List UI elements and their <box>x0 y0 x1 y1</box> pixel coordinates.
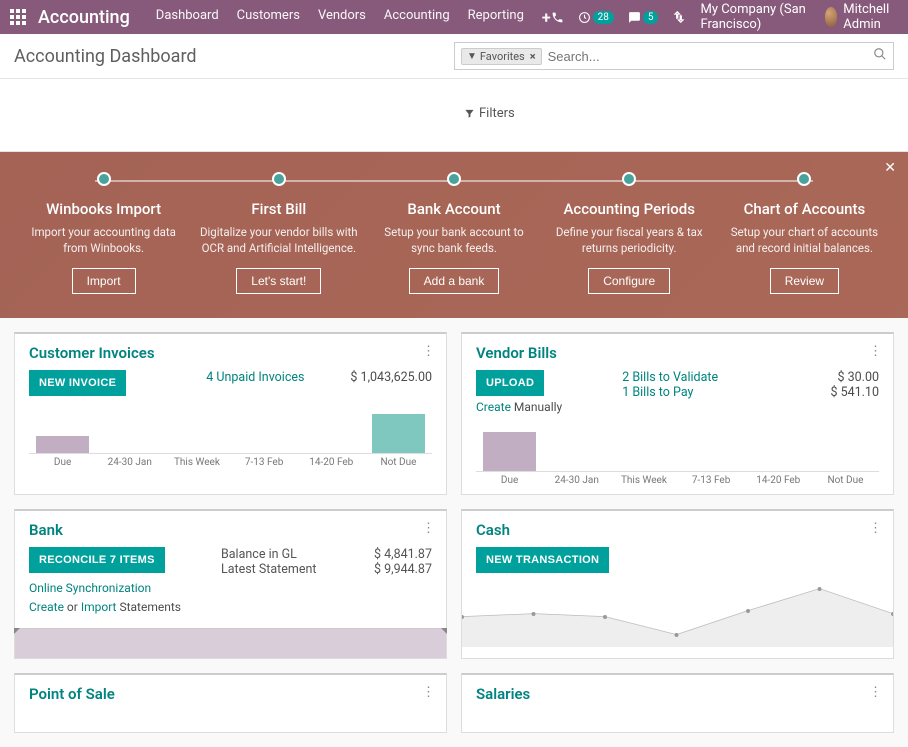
new-invoice-button[interactable]: NEW INVOICE <box>29 370 126 396</box>
search-chip-favorites[interactable]: ▼ Favorites × <box>461 48 542 65</box>
topbar: Accounting Dashboard Customers Vendors A… <box>0 0 908 34</box>
vendor-bar-chart <box>476 432 879 472</box>
search-box[interactable]: ▼ Favorites × <box>454 42 894 70</box>
import-stmt-link[interactable]: Import <box>81 600 117 614</box>
chart-labels: Due24-30 JanThis Week7-13 Feb14-20 FebNo… <box>29 457 432 476</box>
card-bank: Bank RECONCILE 7 ITEMS Online Synchroniz… <box>14 509 447 658</box>
invoices-amount: $ 1,043,625.00 <box>342 370 432 396</box>
filters-button[interactable]: Filters <box>464 98 515 128</box>
chart-labels: Due24-30 JanThis Week7-13 Feb14-20 FebNo… <box>476 475 879 494</box>
bank-chart-footer <box>15 628 446 658</box>
latest-statement: $ 9,944.87 <box>374 562 432 577</box>
step-dot-icon <box>272 172 286 186</box>
nav-dashboard[interactable]: Dashboard <box>156 8 219 27</box>
card-title[interactable]: Bank <box>29 521 432 539</box>
unpaid-invoices-link[interactable]: 4 Unpaid Invoices <box>206 370 304 385</box>
phone-icon[interactable] <box>551 11 564 24</box>
validate-amount: $ 30.00 <box>789 370 879 385</box>
main-nav: Dashboard Customers Vendors Accounting R… <box>156 8 551 27</box>
invoices-bar-chart <box>29 414 432 454</box>
create-link[interactable]: Create <box>476 400 511 414</box>
nav-accounting[interactable]: Accounting <box>384 8 450 27</box>
new-transaction-button[interactable]: NEW TRANSACTION <box>476 547 609 573</box>
apps-icon[interactable] <box>10 9 26 25</box>
avatar <box>825 7 838 27</box>
messages-badge: 5 <box>643 11 659 24</box>
kebab-icon[interactable] <box>869 521 883 536</box>
company-switcher[interactable]: My Company (San Francisco) <box>700 2 810 32</box>
topbar-right: 28 5 My Company (San Francisco) Mitchell… <box>551 2 898 32</box>
kebab-icon[interactable] <box>422 521 436 536</box>
lets-start-button[interactable]: Let's start! <box>236 268 321 294</box>
kebab-icon[interactable] <box>869 685 883 700</box>
page-title: Accounting Dashboard <box>14 46 197 67</box>
app-title[interactable]: Accounting <box>38 7 130 28</box>
step-winbooks: Winbooks Import Import your accounting d… <box>16 172 191 294</box>
step-bank-account: Bank Account Setup your bank account to … <box>366 172 541 294</box>
nav-reporting[interactable]: Reporting <box>468 8 524 27</box>
create-stmt-link[interactable]: Create <box>29 600 64 614</box>
cash-sparkline <box>462 587 893 647</box>
card-title[interactable]: Point of Sale <box>29 685 432 703</box>
online-sync-link[interactable]: Online Synchronization <box>29 581 151 595</box>
search-icon[interactable] <box>873 47 887 65</box>
configure-button[interactable]: Configure <box>588 268 670 294</box>
card-title[interactable]: Salaries <box>476 685 879 703</box>
bills-to-pay-link[interactable]: 1 Bills to Pay <box>622 385 693 400</box>
activity-icon[interactable]: 28 <box>578 11 614 24</box>
messages-icon[interactable]: 5 <box>628 11 659 24</box>
card-vendor-bills: Vendor Bills UPLOAD Create Manually 2 Bi… <box>461 332 894 495</box>
bills-to-validate-link[interactable]: 2 Bills to Validate <box>622 370 718 385</box>
card-title[interactable]: Vendor Bills <box>476 344 879 362</box>
nav-new-icon[interactable]: + <box>542 8 551 27</box>
user-name: Mitchell Admin <box>843 2 898 32</box>
card-title[interactable]: Customer Invoices <box>29 344 432 362</box>
step-dot-icon <box>797 172 811 186</box>
kebab-icon[interactable] <box>422 344 436 359</box>
step-dot-icon <box>447 172 461 186</box>
review-button[interactable]: Review <box>770 268 839 294</box>
nav-vendors[interactable]: Vendors <box>318 8 366 27</box>
onboarding-banner: ✕ Winbooks Import Import your accounting… <box>0 152 908 318</box>
step-coa: Chart of Accounts Setup your chart of ac… <box>717 172 892 294</box>
step-periods: Accounting Periods Define your fiscal ye… <box>542 172 717 294</box>
breadcrumb-bar: Accounting Dashboard ▼ Favorites × <box>0 34 908 79</box>
add-bank-button[interactable]: Add a bank <box>409 268 500 294</box>
kebab-icon[interactable] <box>869 344 883 359</box>
tray-icon[interactable] <box>672 10 686 24</box>
balance-gl: $ 4,841.87 <box>374 547 432 562</box>
funnel-icon: ▼ <box>467 51 477 62</box>
chip-remove-icon[interactable]: × <box>530 50 536 63</box>
upload-button[interactable]: UPLOAD <box>476 370 544 396</box>
step-dot-icon <box>97 172 111 186</box>
import-button[interactable]: Import <box>72 268 136 294</box>
card-pos: Point of Sale <box>14 673 447 733</box>
activity-badge: 28 <box>593 11 614 24</box>
card-customer-invoices: Customer Invoices NEW INVOICE 4 Unpaid I… <box>14 332 447 495</box>
nav-customers[interactable]: Customers <box>237 8 300 27</box>
reconcile-button[interactable]: RECONCILE 7 ITEMS <box>29 547 165 573</box>
dashboard-cards: Customer Invoices NEW INVOICE 4 Unpaid I… <box>0 318 908 746</box>
card-cash: Cash NEW TRANSACTION <box>461 509 894 658</box>
user-menu[interactable]: Mitchell Admin <box>825 2 898 32</box>
filter-bar: Filters Group By Favorites 1-8 / 8 ‹ › <box>0 79 908 152</box>
step-dot-icon <box>622 172 636 186</box>
pay-amount: $ 541.10 <box>789 385 879 400</box>
card-title[interactable]: Cash <box>476 521 879 539</box>
step-first-bill: First Bill Digitalize your vendor bills … <box>191 172 366 294</box>
kebab-icon[interactable] <box>422 685 436 700</box>
search-input[interactable] <box>548 49 873 64</box>
card-salaries: Salaries <box>461 673 894 733</box>
